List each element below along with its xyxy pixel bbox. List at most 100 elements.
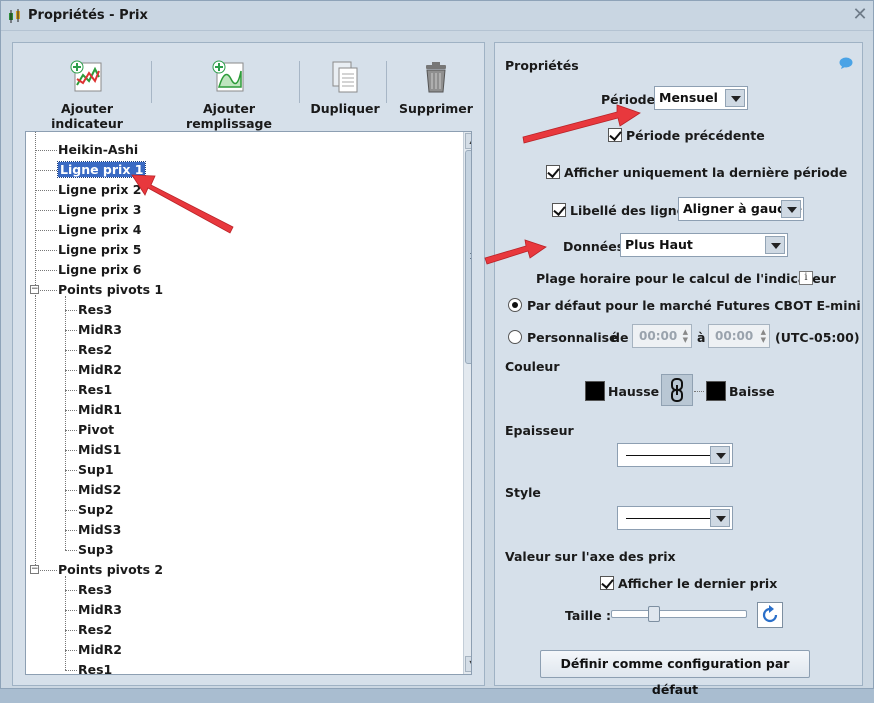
tree-item-pivot-level[interactable]: Res3 [78,301,112,319]
tree-item-label: Res1 [78,382,113,397]
scroll-thumb[interactable] [465,150,471,364]
time-from-input[interactable]: 00:00 ▲ ▼ [632,324,692,348]
tree-item-label: Res3 [78,582,113,597]
tree-connector [35,295,36,565]
close-icon[interactable]: ✕ [850,4,870,26]
tree-connector [65,610,77,611]
tree-connector [65,370,77,371]
custom-label: Personnalisé [527,330,618,345]
tree-connector [40,570,57,571]
duplicate-button[interactable]: Dupliquer [307,59,383,116]
tree-connector [35,210,57,211]
add-indicator-button[interactable]: Ajouter indicateur [29,59,145,131]
tree-connector [35,132,36,285]
tree-item-pivot-level[interactable]: Res1 [78,381,112,399]
line-labels-select[interactable]: Aligner à gauche [678,197,804,221]
tree-item-pivot-level[interactable]: Res2 [78,341,112,359]
tree-connector [65,576,66,670]
add-fill-button[interactable]: Ajouter remplissage [165,59,293,131]
duplicate-label: Dupliquer [310,101,380,116]
tree-item-pivot-level[interactable]: MidS3 [78,521,121,539]
period-label: Période [601,92,656,107]
tree-item-pivot-level[interactable]: MidR3 [78,601,122,619]
tree-item-pivot-group[interactable]: Points pivots 1 [58,281,163,299]
up-color-swatch[interactable] [585,381,605,401]
tree-item-pivot-level[interactable]: Sup3 [78,541,114,559]
tree-item-pivot-level[interactable]: MidR2 [78,361,122,379]
last-period-only-checkbox[interactable] [546,165,560,179]
tree-item-label: MidS1 [78,442,122,457]
tree-connector [65,450,77,451]
show-last-price-checkbox[interactable] [600,576,614,590]
tree-item-label: MidR1 [78,402,122,417]
thickness-select[interactable] [617,443,733,467]
time-to-input[interactable]: 00:00 ▲ ▼ [708,324,770,348]
tree-connector [35,270,57,271]
link-colors-button[interactable] [661,374,693,406]
default-market-radio[interactable] [508,298,522,312]
tree-item-pivot-level[interactable]: MidR2 [78,641,122,659]
add-fill-label: Ajouter remplissage [186,101,272,131]
reset-size-button[interactable] [757,602,783,628]
style-select[interactable] [617,506,733,530]
tree-item-price-line[interactable]: Ligne prix 6 [58,261,141,279]
data-select[interactable]: Plus Haut [620,233,788,257]
tree-item-label: Pivot [78,422,115,437]
tree-connector [35,230,57,231]
tree-item-label: Ligne prix 4 [58,222,142,237]
custom-radio[interactable] [508,330,522,344]
scroll-up-arrow-icon[interactable]: ▲ [465,133,471,149]
tree-connector [65,390,77,391]
tree-connector [65,350,77,351]
scroll-down-arrow-icon[interactable]: ▼ [465,656,471,672]
tree-item-label: Points pivots 2 [58,562,164,577]
tree-item-pivot-level[interactable]: Sup1 [78,461,114,479]
tree-item-price-line[interactable]: Ligne prix 3 [58,201,141,219]
tree-item-pivot-level[interactable]: Sup2 [78,501,114,519]
tree-item-pivot-level[interactable]: Res3 [78,581,112,599]
tree-item-pivot-level[interactable]: MidR3 [78,321,122,339]
tree-item-pivot-group[interactable]: Points pivots 2 [58,561,163,579]
tree-scrollbar[interactable]: ▲ ▼ [463,132,471,674]
previous-period-checkbox[interactable] [608,128,622,142]
collapse-icon[interactable]: − [30,285,39,294]
tree-connector [35,170,57,171]
tree-item-price-line[interactable]: Heikin-Ashi [58,141,138,159]
tree-item-pivot-level[interactable]: Res2 [78,621,112,639]
tree-item-pivot-level[interactable]: Pivot [78,421,114,439]
tree-item-label: Res1 [78,662,113,675]
chevron-down-icon [781,200,801,218]
down-color-swatch[interactable] [706,381,726,401]
size-slider-knob[interactable] [648,606,661,622]
collapse-icon[interactable]: − [30,565,39,574]
tree-item-price-line[interactable]: Ligne prix 2 [58,181,141,199]
line-labels-checkbox[interactable] [552,203,566,217]
delete-button[interactable]: Supprimer [395,59,477,116]
down-label: Baisse [729,384,775,399]
info-icon[interactable]: i [799,271,813,285]
period-value: Mensuel [659,90,718,105]
tree-connector [65,310,77,311]
tree-item-pivot-level[interactable]: MidS2 [78,481,121,499]
tree-item-label: Points pivots 1 [58,282,164,297]
tree-item-pivot-level[interactable]: MidR1 [78,401,122,419]
line-sample [626,455,710,456]
time-from-value: 00:00 [639,329,678,343]
grip-icon [470,253,471,259]
chevron-down-icon [710,446,730,464]
tree-item-pivot-level[interactable]: MidS1 [78,441,121,459]
size-slider-track[interactable] [611,610,747,618]
set-default-button[interactable]: Définir comme configuration par défaut [540,650,810,697]
tree-connector [65,330,77,331]
tree-item-pivot-level[interactable]: Res1 [78,661,113,675]
help-bubble-icon[interactable] [839,57,853,69]
tree-connector [65,650,77,651]
tree-item-label: MidR3 [78,602,122,617]
tree-item-price-line[interactable]: Ligne prix 4 [58,221,141,239]
tree-item-label: Ligne prix 6 [58,262,142,277]
tree-item-price-line[interactable]: Ligne prix 1 [56,161,147,179]
tree-item-price-line[interactable]: Ligne prix 5 [58,241,141,259]
color-label: Couleur [505,359,560,374]
element-tree[interactable]: Heikin-Ashi Ligne prix 1 Ligne prix 2 Ligne… [25,131,472,675]
period-select[interactable]: Mensuel [654,86,748,110]
